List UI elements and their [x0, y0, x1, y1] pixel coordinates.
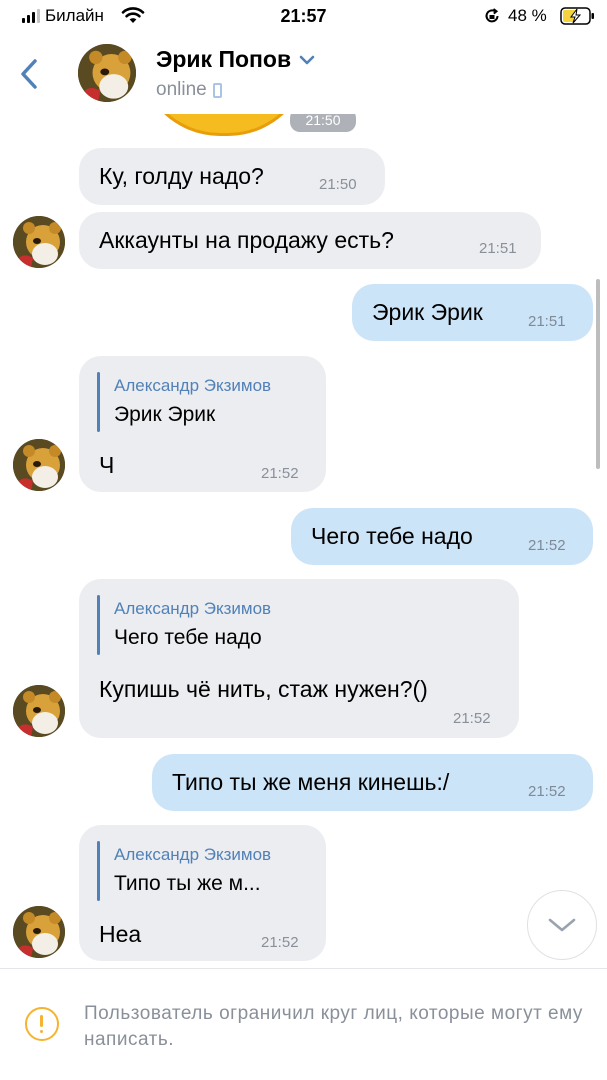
rotation-lock-icon	[485, 8, 499, 23]
reply-author: Александр Экзимов	[114, 376, 272, 395]
battery-charging-icon	[560, 7, 594, 25]
message-bubble-incoming-reply[interactable]: Александр Экзимов Типо ты же м... Неа 21…	[79, 825, 326, 961]
scroll-indicator[interactable]	[596, 279, 600, 469]
message-bubble-outgoing[interactable]: Чего тебе надо 21:52	[291, 508, 593, 565]
sender-avatar[interactable]	[13, 906, 65, 958]
chat-header: Эрик Попов online	[0, 34, 607, 114]
message-bubble-incoming-reply[interactable]: Александр Экзимов Эрик Эрик Ч 21:52	[79, 356, 326, 492]
reply-text: Чего тебе надо	[114, 626, 262, 649]
scroll-down-icon	[548, 918, 576, 932]
battery-percent: 48 %	[508, 6, 547, 25]
message-text: Чего тебе надо	[311, 523, 473, 549]
message-bubble-incoming[interactable]: Аккаунты на продажу есть? 21:51	[79, 212, 541, 269]
message-text: Аккаунты на продажу есть?	[99, 227, 394, 253]
message-bubble-outgoing[interactable]: Эрик Эрик 21:51	[352, 284, 593, 341]
message-bubble-incoming[interactable]: Ку, голду надо? 21:50	[79, 148, 385, 205]
reply-author: Александр Экзимов	[114, 845, 272, 864]
sender-avatar[interactable]	[13, 216, 65, 268]
message-bubble-outgoing[interactable]: Типо ты же меня кинешь:/ 21:52	[152, 754, 593, 811]
online-status: online	[156, 79, 222, 101]
message-time: 21:52	[528, 783, 566, 800]
online-text: online	[156, 79, 207, 100]
bear-avatar-image	[78, 44, 136, 102]
sticker-image[interactable]	[138, 114, 310, 136]
reply-author: Александр Экзимов	[114, 599, 272, 618]
restriction-footer: Пользователь ограничил круг лиц, которые…	[0, 968, 607, 1080]
restriction-notice: Пользователь ограничил круг лиц, которые…	[84, 1003, 583, 1050]
message-text: Ч	[99, 452, 115, 478]
message-time: 21:51	[479, 240, 517, 257]
sender-avatar[interactable]	[13, 439, 65, 491]
message-time: 21:52	[453, 710, 491, 727]
status-bar: Билайн 21:57 48 %	[0, 0, 607, 34]
contact-avatar[interactable]	[78, 44, 136, 102]
message-time: 21:52	[528, 537, 566, 554]
message-text: Типо ты же меня кинешь:/	[172, 769, 450, 795]
message-time: 21:50	[319, 176, 357, 193]
message-time: 21:52	[261, 934, 299, 951]
reply-text: Эрик Эрик	[114, 403, 216, 426]
reply-text: Типо ты же м...	[114, 872, 261, 895]
sticker-time: 21:50	[290, 114, 356, 132]
message-text: Купишь чё нить, стаж нужен?()	[99, 676, 428, 702]
back-button[interactable]	[12, 52, 46, 96]
message-bubble-incoming-reply[interactable]: Александр Экзимов Чего тебе надо Купишь …	[79, 579, 519, 738]
message-text: Ку, голду надо?	[99, 163, 264, 189]
message-time: 21:51	[528, 313, 566, 330]
message-list[interactable]: 21:50 Ку, голду надо? 21:50 Аккаунты на …	[0, 114, 607, 968]
reply-quote-bar	[97, 372, 100, 432]
contact-name-row[interactable]: Эрик Попов	[156, 46, 315, 73]
contact-name: Эрик Попов	[156, 46, 292, 72]
back-chevron-icon	[21, 59, 37, 89]
warning-icon	[25, 1007, 59, 1041]
reply-quote-bar	[97, 595, 100, 655]
phone-icon	[212, 82, 222, 98]
chevron-down-icon	[299, 55, 315, 64]
reply-quote-bar	[97, 841, 100, 901]
scroll-down-button[interactable]	[527, 890, 597, 960]
message-time: 21:52	[261, 465, 299, 482]
sender-avatar[interactable]	[13, 685, 65, 737]
message-text: Неа	[99, 921, 142, 947]
message-text: Эрик Эрик	[372, 299, 483, 325]
